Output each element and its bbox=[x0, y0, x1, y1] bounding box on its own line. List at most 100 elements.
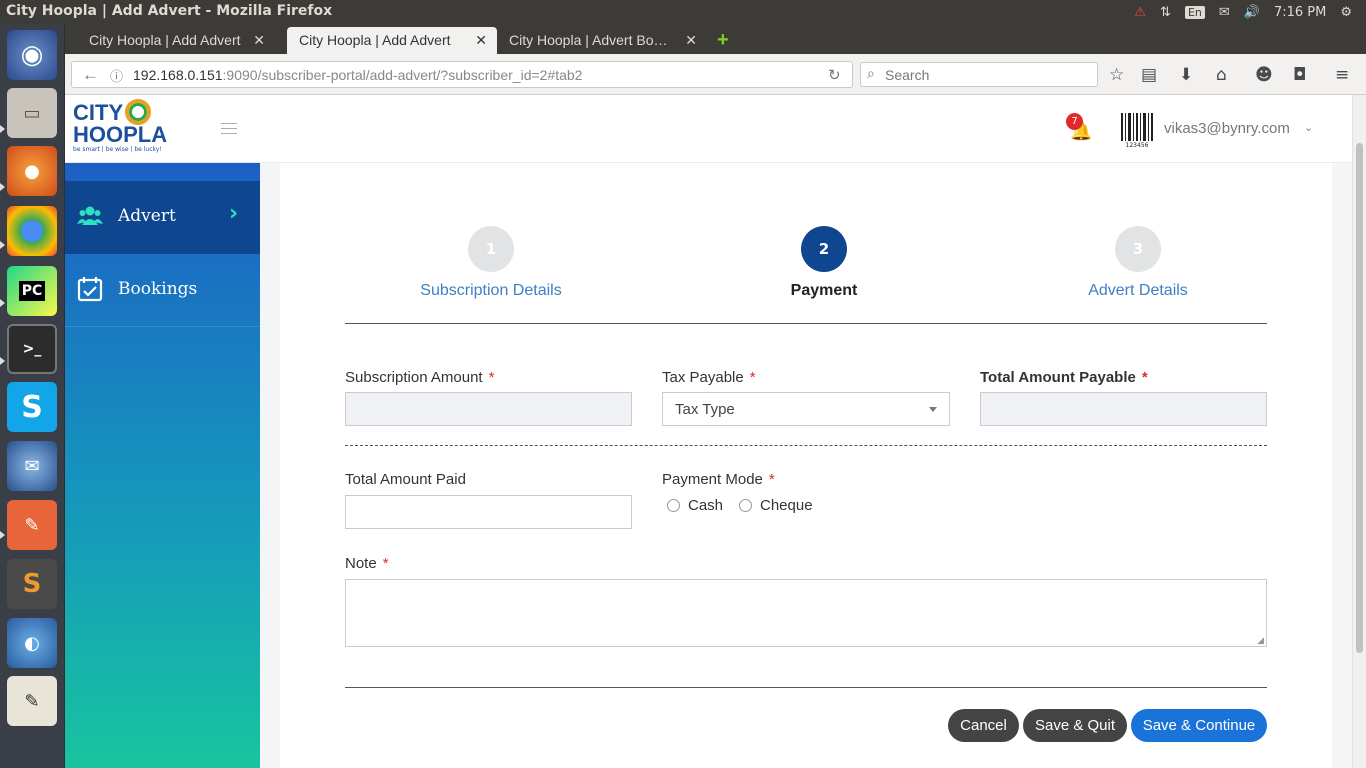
mail-icon[interactable]: ✉ bbox=[1219, 5, 1230, 20]
dropdown-caret-icon bbox=[929, 407, 937, 412]
fish-app-icon[interactable]: ◐ bbox=[7, 618, 57, 668]
resize-handle-icon[interactable]: ◢ bbox=[1257, 636, 1264, 646]
radio-label: Cheque bbox=[760, 497, 813, 514]
close-tab-icon[interactable]: ✕ bbox=[475, 32, 487, 49]
close-tab-icon[interactable]: ✕ bbox=[253, 32, 265, 49]
divider bbox=[345, 323, 1267, 324]
sublime-text-icon[interactable]: S bbox=[7, 559, 57, 609]
app-logo[interactable]: CITY HOOPLA bbox=[73, 99, 167, 146]
launcher-running-indicator bbox=[0, 125, 5, 133]
subscription-amount-input[interactable] bbox=[345, 392, 632, 426]
pycharm-icon[interactable]: PC bbox=[7, 266, 57, 316]
launcher-running-indicator bbox=[0, 299, 5, 307]
files-icon[interactable]: ▭ bbox=[7, 88, 57, 138]
reading-list-icon[interactable]: ▤ bbox=[1141, 65, 1157, 85]
text-editor-icon[interactable]: ✎ bbox=[7, 676, 57, 726]
browser-tab-active[interactable]: City Hoopla | Add Advert ✕ bbox=[287, 27, 497, 54]
total-amount-paid-input[interactable] bbox=[345, 495, 632, 529]
skype-icon[interactable]: S bbox=[7, 382, 57, 432]
download-icon[interactable]: ⬇ bbox=[1179, 65, 1193, 85]
required-mark: * bbox=[382, 555, 389, 572]
launcher-running-indicator bbox=[0, 183, 5, 191]
required-mark: * bbox=[749, 369, 756, 386]
ubuntu-dash-icon[interactable]: ◉ bbox=[7, 30, 57, 80]
step-number: 3 bbox=[1115, 226, 1161, 272]
browser-tab[interactable]: City Hoopla | Advert Bo… ✕ bbox=[497, 27, 707, 54]
warning-icon[interactable]: ⚠ bbox=[1134, 5, 1146, 20]
sidebar-item-label: Advert bbox=[118, 206, 176, 226]
settings-gear-icon[interactable]: ⚙ bbox=[1340, 5, 1352, 20]
step-subscription-details[interactable]: 1 Subscription Details bbox=[406, 226, 576, 300]
step-label: Advert Details bbox=[1088, 282, 1188, 299]
pocket-icon[interactable]: ◘ bbox=[1293, 65, 1306, 85]
bookmark-star-icon[interactable]: ☆ bbox=[1109, 65, 1124, 85]
logo-tagline: be smart | be wise | be lucky! bbox=[73, 146, 162, 153]
user-email[interactable]: vikas3@bynry.com bbox=[1164, 120, 1290, 137]
keyboard-layout-indicator[interactable]: En bbox=[1184, 5, 1205, 19]
reload-icon[interactable]: ↻ bbox=[828, 66, 841, 84]
sidebar-item-advert[interactable]: Advert › bbox=[65, 181, 260, 254]
new-tab-button[interactable]: + bbox=[709, 24, 739, 51]
chevron-down-icon[interactable]: ⌄ bbox=[1304, 121, 1313, 134]
browser-nav-bar: ← ⓘ 192.168.0.151:9090/subscriber-portal… bbox=[65, 54, 1366, 95]
network-icon[interactable]: ⇅ bbox=[1160, 5, 1171, 20]
menu-icon[interactable]: ≡ bbox=[1335, 65, 1349, 85]
radio-circle[interactable] bbox=[667, 499, 680, 512]
payment-mode-cheque-radio[interactable]: Cheque bbox=[739, 497, 813, 514]
launcher-running-indicator bbox=[0, 357, 5, 365]
add-advert-card: 1 Subscription Details 2 Payment 3 Adver… bbox=[280, 163, 1332, 768]
info-icon[interactable]: ⓘ bbox=[110, 66, 123, 85]
terminal-icon[interactable]: >_ bbox=[7, 324, 57, 374]
chrome-icon[interactable] bbox=[7, 206, 57, 256]
url-text[interactable]: 192.168.0.151:9090/subscriber-portal/add… bbox=[133, 67, 582, 83]
firefox-icon[interactable]: ● bbox=[7, 146, 57, 196]
tab-label: City Hoopla | Add Advert bbox=[89, 32, 241, 48]
tab-label: City Hoopla | Advert Bo… bbox=[509, 32, 668, 48]
payment-mode-cash-radio[interactable]: Cash bbox=[667, 497, 723, 514]
cancel-button[interactable]: Cancel bbox=[948, 709, 1019, 742]
home-icon[interactable]: ⌂ bbox=[1216, 65, 1227, 85]
tax-type-select[interactable]: Tax Type bbox=[662, 392, 950, 426]
volume-icon[interactable]: 🔊 bbox=[1244, 5, 1260, 20]
sidebar: Advert › Bookings bbox=[65, 163, 260, 768]
step-label: Subscription Details bbox=[420, 282, 562, 299]
sidebar-item-label: Bookings bbox=[118, 279, 198, 299]
os-top-bar: City Hoopla | Add Advert - Mozilla Firef… bbox=[0, 0, 1366, 24]
back-arrow-icon[interactable]: ← bbox=[82, 65, 99, 85]
close-tab-icon[interactable]: ✕ bbox=[685, 32, 697, 49]
save-quit-button[interactable]: Save & Quit bbox=[1023, 709, 1127, 742]
window-title: City Hoopla | Add Advert - Mozilla Firef… bbox=[6, 3, 333, 19]
logo-ring-icon bbox=[125, 99, 151, 125]
clock[interactable]: 7:16 PM bbox=[1274, 5, 1326, 20]
barcode-avatar[interactable]: 123456 bbox=[1120, 112, 1154, 148]
thunderbird-icon[interactable]: ✉ bbox=[7, 441, 57, 491]
postman-icon[interactable]: ✎ bbox=[7, 500, 57, 550]
page-scrollbar[interactable] bbox=[1352, 95, 1366, 768]
required-mark: * bbox=[1141, 369, 1148, 386]
label-text: Payment Mode bbox=[662, 471, 763, 488]
url-bar[interactable]: ← ⓘ 192.168.0.151:9090/subscriber-portal… bbox=[71, 61, 853, 88]
select-value: Tax Type bbox=[675, 401, 735, 418]
step-number: 1 bbox=[468, 226, 514, 272]
logo-line-1: CITY bbox=[73, 100, 124, 125]
tax-payable-label: Tax Payable * bbox=[662, 369, 756, 386]
note-textarea[interactable]: ◢ bbox=[345, 579, 1267, 647]
divider bbox=[345, 687, 1267, 688]
tab-label: City Hoopla | Add Advert bbox=[299, 32, 451, 48]
sidebar-item-bookings[interactable]: Bookings bbox=[65, 254, 260, 327]
top-header: 🔔 7 123456 vikas3@bynry.com ⌄ bbox=[260, 95, 1352, 163]
total-amount-paid-label: Total Amount Paid bbox=[345, 471, 466, 488]
step-payment[interactable]: 2 Payment bbox=[739, 226, 909, 300]
step-number: 2 bbox=[801, 226, 847, 272]
label-text: Total Amount Payable bbox=[980, 369, 1136, 386]
browser-search-box[interactable]: ⌕ Search bbox=[860, 62, 1098, 87]
scrollbar-thumb[interactable] bbox=[1356, 143, 1363, 653]
step-advert-details[interactable]: 3 Advert Details bbox=[1053, 226, 1223, 300]
chat-icon[interactable]: ☻ bbox=[1255, 65, 1273, 85]
hamburger-menu-icon[interactable] bbox=[221, 123, 237, 134]
save-continue-button[interactable]: Save & Continue bbox=[1131, 709, 1267, 742]
browser-tab-bar: City Hoopla | Add Advert ✕ City Hoopla |… bbox=[65, 24, 1366, 54]
browser-tab[interactable]: City Hoopla | Add Advert ✕ bbox=[65, 27, 275, 54]
radio-circle[interactable] bbox=[739, 499, 752, 512]
total-amount-payable-input[interactable] bbox=[980, 392, 1267, 426]
